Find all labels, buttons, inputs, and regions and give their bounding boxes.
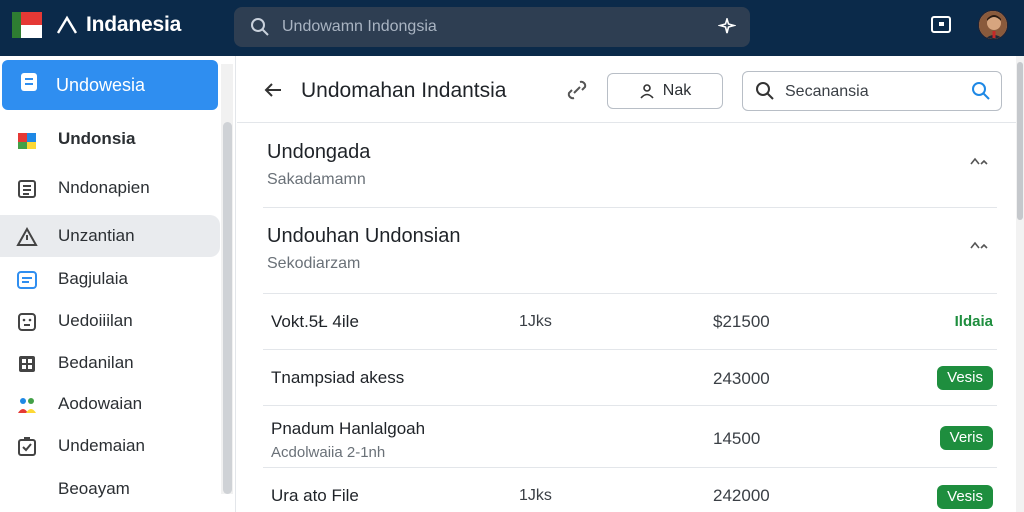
sidebar-item-beoayam[interactable]: Beoayam (0, 468, 220, 510)
top-bar: Indanesia Undowamn Indongsia (0, 0, 1024, 56)
row-amount: 243000 (713, 369, 770, 388)
sidebar-item-nndonapien[interactable]: Nndonapien (0, 167, 220, 209)
row-name: Vokt.5Ł 4ile (271, 312, 359, 331)
sidebar-item-label: Beoayam (58, 479, 130, 498)
sidebar-item-unzantian[interactable]: Unzantian (0, 215, 220, 257)
face-icon (16, 311, 38, 333)
main-scrollbar-thumb[interactable] (1017, 62, 1023, 220)
main-header: Undomahan Indantsia Nak Secanansia (237, 56, 1024, 123)
brand-logo-icon (56, 15, 78, 34)
checklist-icon (16, 436, 38, 458)
sidebar-scrollbar-thumb[interactable] (223, 122, 232, 494)
sidebar-item-label: Undemaian (58, 436, 145, 455)
main-panel: Undomahan Indantsia Nak Secanansia Undon… (237, 56, 1024, 512)
people-icon (16, 394, 38, 416)
search-icon (756, 82, 774, 100)
brand-title: Indanesia (86, 13, 182, 36)
document-icon (18, 71, 40, 93)
section-subtitle: Sakadamamn (267, 171, 366, 188)
grid-icon (16, 353, 38, 375)
external-window-icon[interactable] (930, 14, 954, 36)
settings-spark-icon[interactable] (718, 18, 736, 36)
content-search-input[interactable]: Secanansia (742, 71, 1002, 111)
content-search-placeholder: Secanansia (785, 83, 869, 100)
table-row[interactable]: Vokt.5Ł 4ile 1Jks $21500 Ildaia (263, 294, 997, 350)
status-badge: Ildaia (954, 313, 993, 330)
sidebar-item-label: Aodowaian (58, 394, 143, 413)
user-action-button[interactable]: Nak (607, 73, 723, 109)
sidebar-item-label: Undowesia (56, 74, 146, 95)
row-name: Ura ato File (271, 486, 359, 505)
sidebar: Undowesia Undonsia Nndonapien Unzantian … (0, 56, 236, 512)
row-name: Tnampsiad akess (271, 368, 405, 387)
sidebar-item-label: Bagjulaia (58, 269, 128, 288)
sidebar-item-label: Uedoiiilan (58, 311, 133, 330)
row-subtitle: Acdolwaiia 2-1nh (271, 444, 386, 461)
row-size: 1Jks (519, 487, 552, 504)
row-amount: 242000 (713, 486, 770, 505)
link-icon[interactable] (565, 78, 589, 102)
section-header[interactable]: Undouhan Undonsian Sekodiarzam (263, 208, 997, 294)
colorful-app-icon (16, 129, 38, 151)
back-arrow-icon[interactable] (263, 80, 283, 100)
sidebar-item-bedanilan[interactable]: Bedanilan (0, 342, 220, 384)
sidebar-item-uedoiiilan[interactable]: Uedoiiilan (0, 300, 220, 342)
sidebar-item-undowesia[interactable]: Undowesia (2, 60, 218, 110)
status-badge: Veris (939, 426, 993, 450)
sidebar-item-undonsia[interactable]: Undonsia (0, 118, 220, 160)
sidebar-item-label: Undonsia (58, 129, 136, 148)
search-submit-icon[interactable] (971, 81, 991, 101)
warning-icon (16, 226, 38, 248)
chevron-up-icon[interactable] (969, 240, 989, 250)
section-header[interactable]: Undongada Sakadamamn (263, 124, 997, 208)
flag-icon (12, 12, 42, 38)
row-size: 1Jks (519, 313, 552, 330)
page-title: Undomahan Indantsia (301, 79, 507, 102)
user-icon (640, 84, 654, 99)
row-amount: $21500 (713, 312, 770, 331)
avatar[interactable] (978, 10, 1008, 40)
global-search-input[interactable]: Undowamn Indongsia (234, 7, 750, 47)
brand[interactable]: Indanesia (56, 13, 181, 37)
chevron-up-icon[interactable] (969, 156, 989, 166)
avatar-image (979, 11, 1007, 39)
status-badge: Vesis (937, 485, 993, 509)
user-action-label: Nak (662, 82, 692, 99)
section-subtitle: Sekodiarzam (267, 255, 361, 272)
sidebar-item-label: Bedanilan (58, 353, 134, 372)
sidebar-item-undemaian[interactable]: Undemaian (0, 425, 220, 467)
sidebar-item-label: Unzantian (58, 226, 135, 245)
table-row[interactable]: Tnampsiad akess 243000 Vesis (263, 350, 997, 406)
row-name: Pnadum Hanlalgoah (271, 419, 426, 438)
sidebar-item-bagjulaia[interactable]: Bagjulaia (0, 258, 220, 300)
table-row[interactable]: Ura ato File 1Jks 242000 Vesis (263, 468, 997, 512)
row-amount: 14500 (713, 429, 761, 448)
status-badge: Vesis (937, 366, 993, 390)
search-icon (251, 18, 269, 36)
section-title: Undongada (267, 141, 371, 163)
global-search-text: Undowamn Indongsia (282, 18, 437, 35)
sidebar-item-aodowaian[interactable]: Aodowaian (0, 383, 220, 425)
message-icon (16, 269, 38, 291)
sidebar-item-label: Nndonapien (58, 178, 150, 197)
list-icon (16, 178, 38, 200)
section-title: Undouhan Undonsian (267, 225, 461, 247)
table-row[interactable]: Pnadum Hanlalgoah Acdolwaiia 2-1nh 14500… (263, 406, 997, 468)
